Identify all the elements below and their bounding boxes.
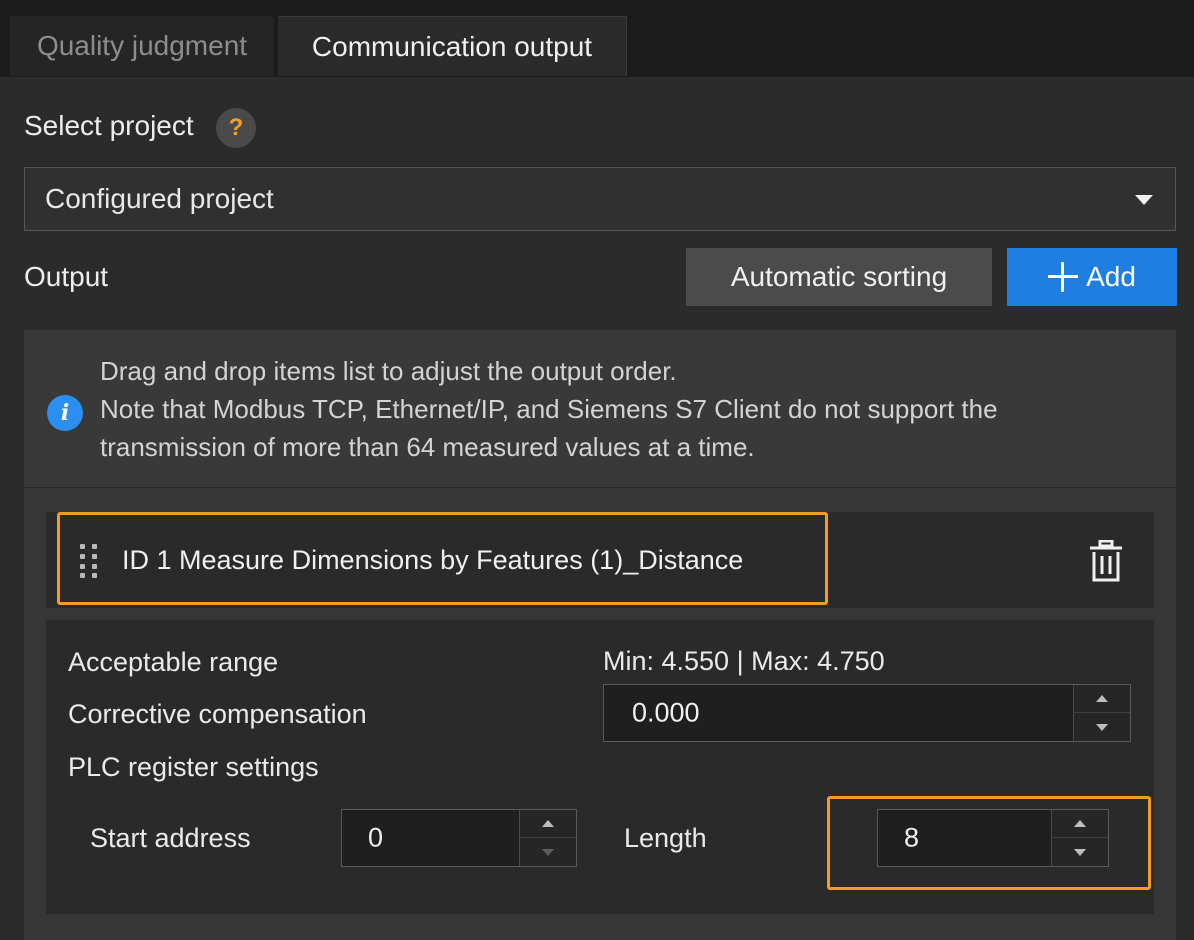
notice-line-1: Drag and drop items list to adjust the o…: [100, 356, 677, 386]
automatic-sorting-button[interactable]: Automatic sorting: [686, 248, 992, 306]
question-icon[interactable]: ?: [216, 108, 256, 148]
chevron-down-icon: [1096, 723, 1108, 731]
add-button[interactable]: Add: [1007, 248, 1177, 306]
decrement-button[interactable]: [520, 838, 576, 866]
select-project-label: Select project: [24, 110, 194, 141]
start-address-value: 0: [368, 822, 384, 853]
corrective-compensation-label: Corrective compensation: [68, 699, 367, 729]
decrement-button[interactable]: [1074, 713, 1130, 741]
trash-icon[interactable]: [1089, 540, 1123, 582]
length-value: 8: [904, 822, 920, 853]
acceptable-range-label: Acceptable range: [68, 647, 279, 677]
tab-communication-output[interactable]: Communication output: [278, 16, 627, 76]
project-select[interactable]: Configured project: [24, 167, 1176, 231]
info-icon: i: [47, 395, 83, 431]
length-input[interactable]: 8: [877, 809, 1109, 867]
notice-line-3: transmission of more than 64 measured va…: [100, 432, 755, 462]
plc-register-settings-label: PLC register settings: [68, 752, 319, 782]
increment-button[interactable]: [520, 810, 576, 838]
automatic-sorting-label: Automatic sorting: [730, 261, 948, 292]
chevron-down-icon: [1135, 195, 1153, 205]
chevron-up-icon: [1074, 820, 1086, 827]
chevron-down-icon: [1074, 848, 1086, 856]
output-item-title: ID 1 Measure Dimensions by Features (1)_…: [122, 545, 744, 575]
tab-quality-judgment[interactable]: Quality judgment: [10, 16, 274, 76]
output-label: Output: [24, 261, 109, 292]
drag-handle-icon[interactable]: [78, 544, 102, 578]
acceptable-range-value: Min: 4.550 | Max: 4.750: [603, 646, 885, 676]
plus-icon: [1048, 262, 1079, 292]
increment-button[interactable]: [1052, 810, 1108, 838]
corrective-compensation-input[interactable]: 0.000: [603, 684, 1131, 742]
add-label: Add: [1086, 261, 1136, 292]
notice-line-2: Note that Modbus TCP, Ethernet/IP, and S…: [100, 394, 998, 424]
chevron-up-icon: [1096, 695, 1108, 702]
decrement-button[interactable]: [1052, 838, 1108, 866]
chevron-up-icon: [542, 820, 554, 827]
length-label: Length: [624, 823, 707, 853]
increment-button[interactable]: [1074, 685, 1130, 713]
corrective-compensation-value: 0.000: [632, 697, 700, 728]
project-select-value: Configured project: [45, 183, 274, 214]
chevron-down-icon: [542, 848, 554, 856]
start-address-input[interactable]: 0: [341, 809, 577, 867]
start-address-label: Start address: [90, 823, 251, 853]
